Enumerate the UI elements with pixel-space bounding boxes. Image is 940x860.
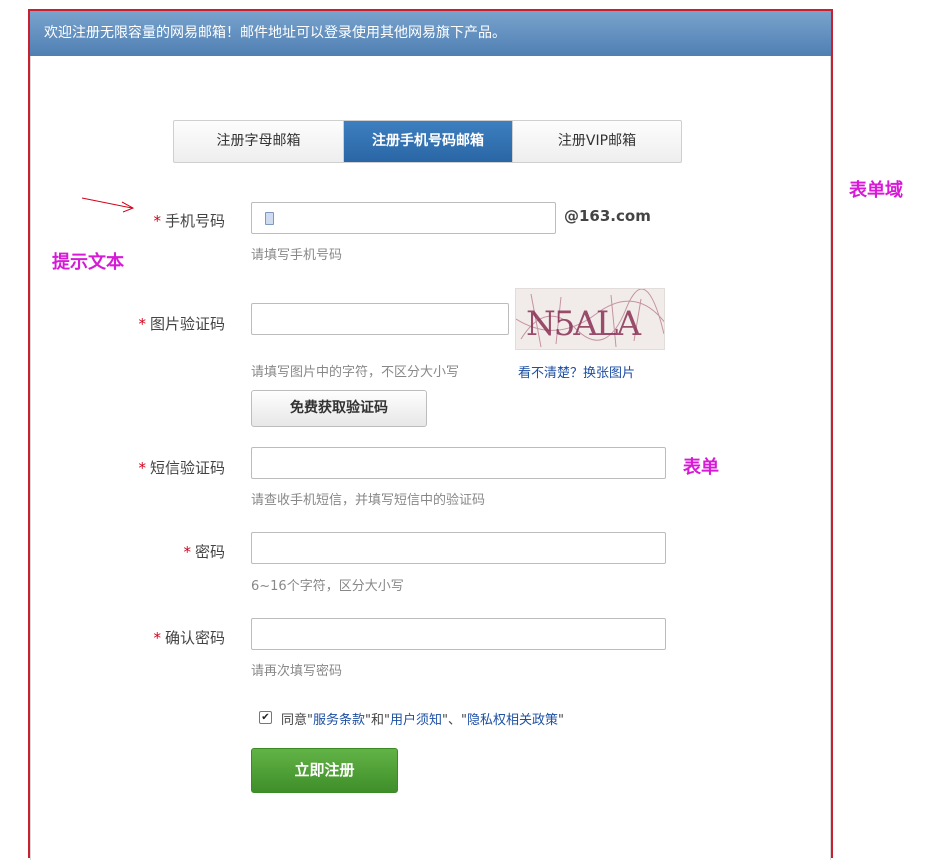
phone-hint: 请填写手机号码 xyxy=(251,248,343,263)
captcha-noise: N5ALA xyxy=(516,289,664,348)
get-sms-code-button[interactable]: 免费获取验证码 xyxy=(251,390,427,427)
password-input[interactable] xyxy=(251,532,666,564)
tab-vip-mail[interactable]: 注册VIP邮箱 xyxy=(512,121,681,162)
agreement-text: 同意"服务条款"和"用户须知"、"隐私权相关政策" xyxy=(281,713,564,728)
password-hint: 6~16个字符，区分大小写 xyxy=(251,579,404,594)
captcha-input[interactable] xyxy=(251,303,509,335)
annotation-hint-text: 提示文本 xyxy=(52,252,124,273)
required-mark: * xyxy=(153,212,161,230)
tab-letter-mail[interactable]: 注册字母邮箱 xyxy=(174,121,343,162)
registration-panel: 欢迎注册无限容量的网易邮箱！邮件地址可以登录使用其他网易旗下产品。 注册字母邮箱… xyxy=(28,9,833,860)
welcome-banner: 欢迎注册无限容量的网易邮箱！邮件地址可以登录使用其他网易旗下产品。 xyxy=(30,11,831,56)
captcha-hint: 请填写图片中的字符，不区分大小写 xyxy=(251,365,460,380)
sms-code-input[interactable] xyxy=(251,447,666,479)
sms-label: * 短信验证码 xyxy=(138,459,225,477)
user-notice-link[interactable]: 用户须知 xyxy=(390,713,442,728)
terms-link[interactable]: 服务条款 xyxy=(313,713,365,728)
captcha-text: N5ALA xyxy=(526,304,642,344)
annotation-form-domain: 表单域 xyxy=(849,180,903,201)
register-type-tabs: 注册字母邮箱 注册手机号码邮箱 注册VIP邮箱 xyxy=(173,120,682,163)
confirm-password-input[interactable] xyxy=(251,618,666,650)
annotation-form: 表单 xyxy=(683,457,719,478)
phone-icon xyxy=(265,212,274,225)
confirm-password-label: * 确认密码 xyxy=(153,629,225,647)
phone-label: * 手机号码 xyxy=(153,212,225,230)
mail-suffix: @163.com xyxy=(564,207,651,225)
confirm-password-hint: 请再次填写密码 xyxy=(251,664,343,679)
register-button[interactable]: 立即注册 xyxy=(251,748,398,793)
refresh-captcha-link[interactable]: 看不清楚？换张图片 xyxy=(518,362,635,381)
tab-phone-mail[interactable]: 注册手机号码邮箱 xyxy=(343,121,512,162)
captcha-image[interactable]: N5ALA xyxy=(515,288,665,350)
privacy-policy-link[interactable]: 隐私权相关政策 xyxy=(467,713,558,728)
sms-hint: 请查收手机短信，并填写短信中的验证码 xyxy=(251,493,486,508)
agree-checkbox[interactable]: ✔ xyxy=(259,711,272,724)
captcha-label: * 图片验证码 xyxy=(138,315,225,333)
phone-input[interactable] xyxy=(251,202,556,234)
password-label: * 密码 xyxy=(183,543,225,561)
